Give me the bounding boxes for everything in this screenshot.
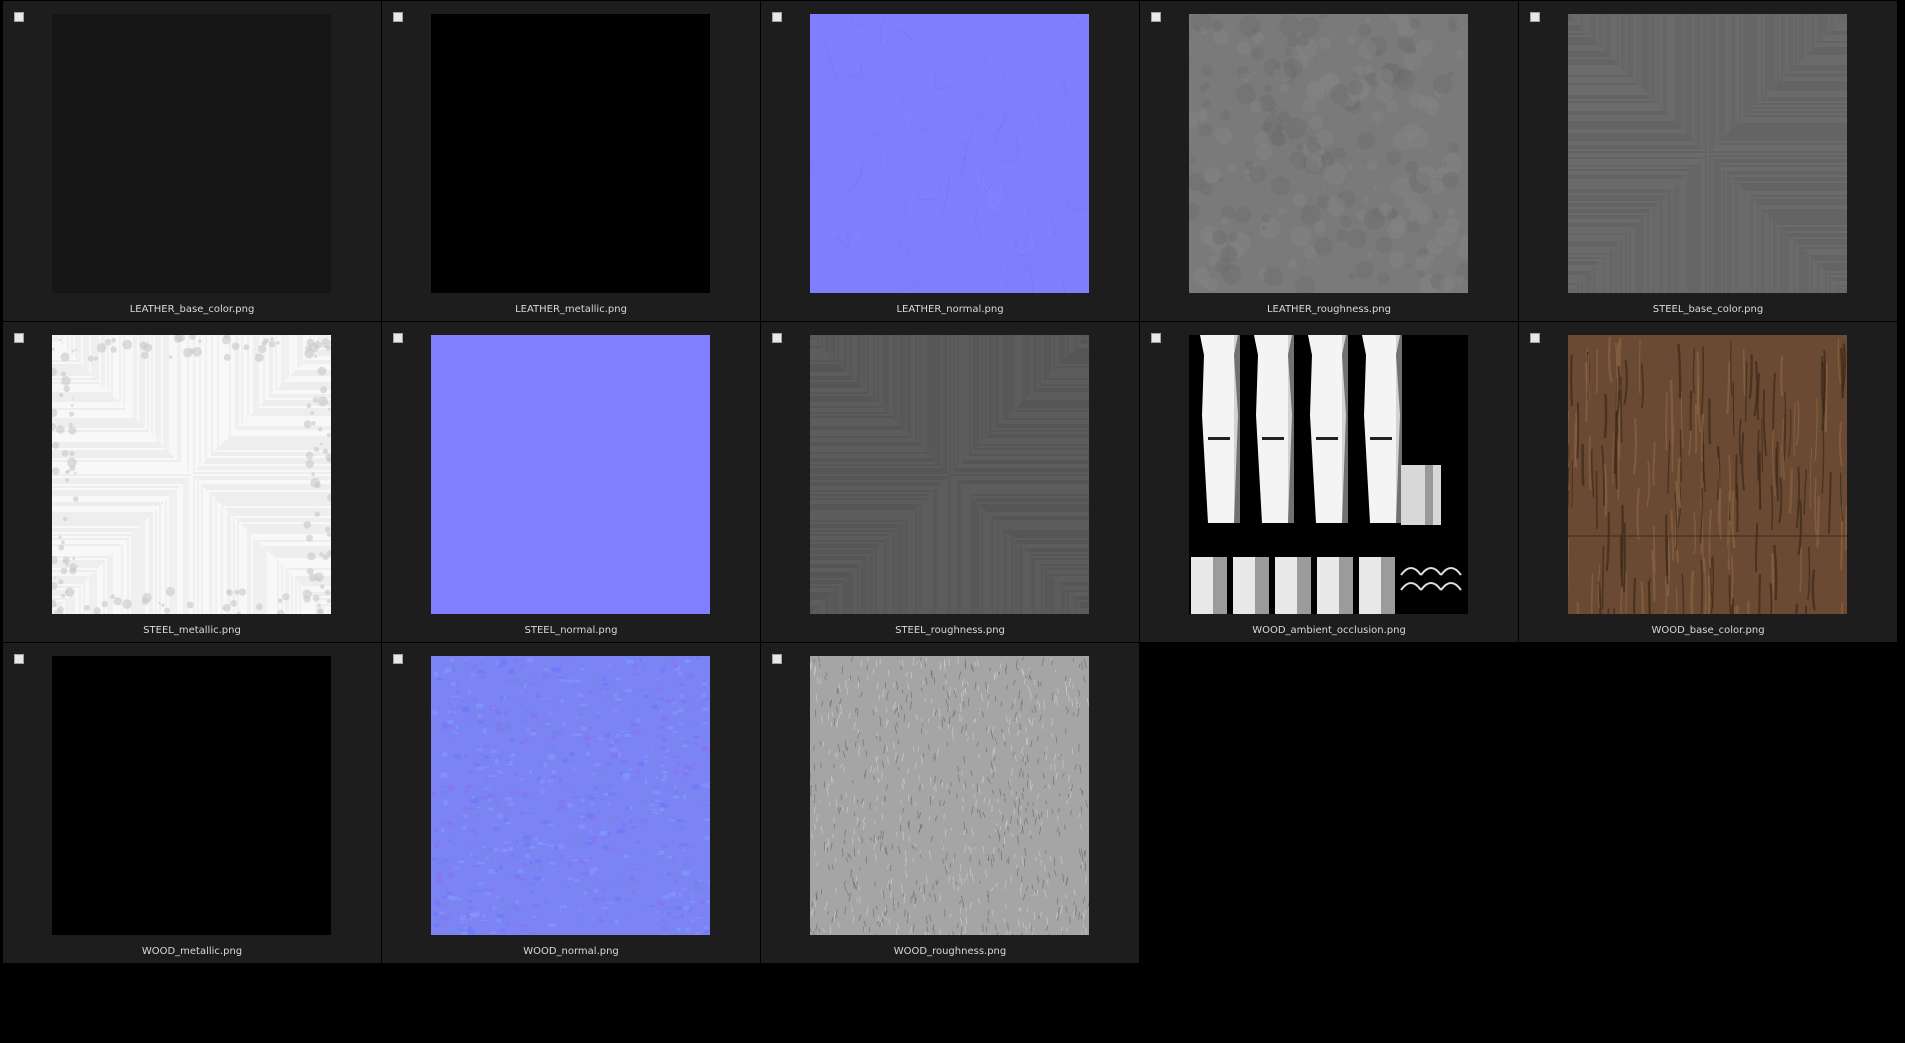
texture-filename: LEATHER_roughness.png	[1266, 304, 1391, 315]
texture-thumbnail[interactable]	[52, 335, 331, 614]
texture-filename: WOOD_roughness.png	[893, 946, 1007, 957]
texture-preview-image	[1189, 335, 1468, 614]
texture-thumbnail[interactable]	[810, 656, 1089, 935]
texture-tile[interactable]: STEEL_base_color.png	[1519, 1, 1897, 321]
select-checkbox[interactable]	[393, 333, 403, 343]
texture-preview-image	[431, 14, 710, 293]
texture-thumbnail[interactable]	[1568, 335, 1847, 614]
select-checkbox[interactable]	[393, 12, 403, 22]
texture-tile[interactable]: LEATHER_roughness.png	[1140, 1, 1518, 321]
texture-tile[interactable]: STEEL_roughness.png	[761, 322, 1139, 642]
texture-filename: WOOD_ambient_occlusion.png	[1252, 625, 1406, 636]
texture-preview-image	[810, 14, 1089, 293]
texture-tile[interactable]: WOOD_base_color.png	[1519, 322, 1897, 642]
texture-filename: LEATHER_base_color.png	[129, 304, 255, 315]
select-checkbox[interactable]	[1151, 12, 1161, 22]
texture-thumbnail[interactable]	[1189, 335, 1468, 614]
texture-preview-image	[431, 656, 710, 935]
texture-filename: STEEL_metallic.png	[143, 625, 241, 636]
select-checkbox[interactable]	[393, 654, 403, 664]
select-checkbox[interactable]	[772, 333, 782, 343]
texture-preview-image	[52, 335, 331, 614]
select-checkbox[interactable]	[14, 333, 24, 343]
texture-filename: LEATHER_metallic.png	[515, 304, 627, 315]
select-checkbox[interactable]	[1530, 12, 1540, 22]
select-checkbox[interactable]	[14, 654, 24, 664]
texture-preview-image	[810, 335, 1089, 614]
texture-tile[interactable]: WOOD_metallic.png	[3, 643, 381, 963]
texture-thumbnail[interactable]	[431, 14, 710, 293]
texture-thumbnail[interactable]	[1568, 14, 1847, 293]
select-checkbox[interactable]	[1530, 333, 1540, 343]
texture-thumbnail[interactable]	[1189, 14, 1468, 293]
texture-tile[interactable]: STEEL_metallic.png	[3, 322, 381, 642]
texture-tile[interactable]: WOOD_roughness.png	[761, 643, 1139, 963]
texture-filename: STEEL_normal.png	[524, 625, 618, 636]
texture-thumbnail[interactable]	[52, 656, 331, 935]
texture-filename: STEEL_roughness.png	[895, 625, 1005, 636]
texture-thumbnail[interactable]	[810, 14, 1089, 293]
texture-thumbnail[interactable]	[431, 656, 710, 935]
texture-thumbnail[interactable]	[431, 335, 710, 614]
texture-tile[interactable]: WOOD_normal.png	[382, 643, 760, 963]
texture-grid: LEATHER_base_color.png LEATHER_metallic.p…	[3, 1, 1898, 963]
select-checkbox[interactable]	[1151, 333, 1161, 343]
select-checkbox[interactable]	[14, 12, 24, 22]
select-checkbox[interactable]	[772, 654, 782, 664]
texture-preview-image	[1189, 14, 1468, 293]
texture-filename: WOOD_normal.png	[523, 946, 619, 957]
texture-preview-image	[431, 335, 710, 614]
texture-preview-image	[1568, 14, 1847, 293]
texture-preview-image	[52, 656, 331, 935]
texture-tile[interactable]: LEATHER_normal.png	[761, 1, 1139, 321]
texture-preview-image	[810, 656, 1089, 935]
texture-tile[interactable]: LEATHER_metallic.png	[382, 1, 760, 321]
texture-tile[interactable]: WOOD_ambient_occlusion.png	[1140, 322, 1518, 642]
texture-filename: WOOD_base_color.png	[1651, 625, 1765, 636]
texture-preview-image	[52, 14, 331, 293]
texture-tile[interactable]: STEEL_normal.png	[382, 322, 760, 642]
texture-tile[interactable]: LEATHER_base_color.png	[3, 1, 381, 321]
select-checkbox[interactable]	[772, 12, 782, 22]
texture-filename: LEATHER_normal.png	[896, 304, 1004, 315]
texture-thumbnail[interactable]	[810, 335, 1089, 614]
texture-thumbnail[interactable]	[52, 14, 331, 293]
texture-filename: WOOD_metallic.png	[141, 946, 243, 957]
texture-filename: STEEL_base_color.png	[1652, 304, 1764, 315]
texture-preview-image	[1568, 335, 1847, 614]
